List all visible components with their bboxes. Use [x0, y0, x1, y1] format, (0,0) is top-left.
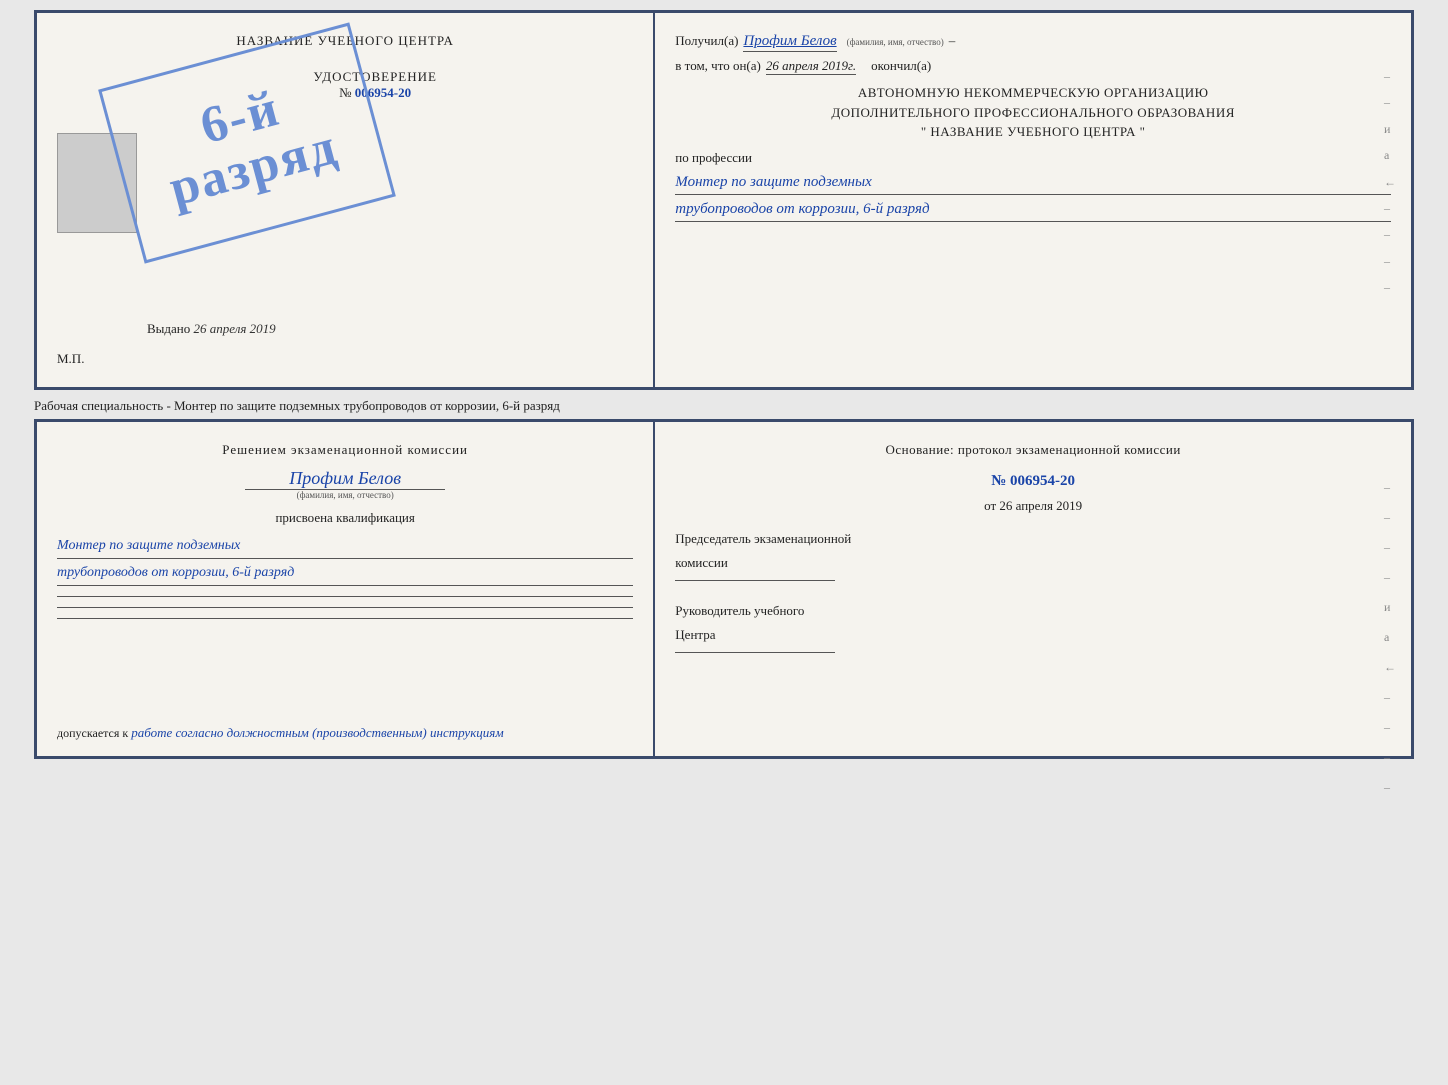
kval-line2: трубопроводов от коррозии, 6-й разряд: [57, 561, 633, 586]
udostoverenie-number: № 006954-20: [117, 85, 633, 101]
separator-text: Рабочая специальность - Монтер по защите…: [34, 398, 1414, 414]
protocol-number: № 006954-20: [675, 473, 1391, 490]
osnovanie-title: Основание: протокол экзаменационной коми…: [675, 442, 1391, 458]
professiya-line2: трубопроводов от коррозии, 6-й разряд: [675, 197, 1391, 222]
top-cert-book: НАЗВАНИЕ УЧЕБНОГО ЦЕНТРА УДОСТОВЕРЕНИЕ №…: [34, 10, 1414, 390]
photo-placeholder: [57, 133, 137, 233]
bottom-name-handwritten: Профим Белов: [245, 468, 445, 490]
right-decorative-lines: – – и а ← – – – –: [1384, 63, 1396, 301]
top-cert-right: Получил(а) Профим Белов (фамилия, имя, о…: [655, 13, 1411, 387]
bottom-name-block: Профим Белов (фамилия, имя, отчество): [57, 468, 633, 500]
top-cert-left: НАЗВАНИЕ УЧЕБНОГО ЦЕНТРА УДОСТОВЕРЕНИЕ №…: [37, 13, 655, 387]
udostoverenie-block: УДОСТОВЕРЕНИЕ № 006954-20: [117, 69, 633, 101]
mp-label: М.П.: [57, 351, 84, 367]
poluchil-line: Получил(а) Профим Белов (фамилия, имя, о…: [675, 33, 1391, 52]
kval-line1: Монтер по защите подземных: [57, 534, 633, 559]
dopuskaetsya-block: допускается к работе согласно должностны…: [57, 725, 504, 741]
rukovoditel-signature-line: [675, 652, 835, 653]
udostoverenie-title: УДОСТОВЕРЕНИЕ: [117, 69, 633, 85]
top-cert-title: НАЗВАНИЕ УЧЕБНОГО ЦЕНТРА: [57, 33, 633, 49]
bottom-cert-right: Основание: протокол экзаменационной коми…: [655, 422, 1411, 756]
empty-line-3: [57, 618, 633, 619]
prisvoena-label: присвоена квалификация: [57, 510, 633, 526]
diagonal-stamp: 6-й разряд: [98, 22, 396, 263]
page: НАЗВАНИЕ УЧЕБНОГО ЦЕНТРА УДОСТОВЕРЕНИЕ №…: [34, 10, 1414, 759]
rukovoditel-block: Руководитель учебного Центра: [675, 601, 1391, 653]
po-professii: по профессии: [675, 150, 1391, 166]
professiya-line1: Монтер по защите подземных: [675, 170, 1391, 195]
org-block: АВТОНОМНУЮ НЕКОММЕРЧЕСКУЮ ОРГАНИЗАЦИЮ ДО…: [675, 83, 1391, 142]
bottom-cert-book: Решением экзаменационной комиссии Профим…: [34, 419, 1414, 759]
right-decorative-lines-bottom: – – – – и а ← – – – –: [1384, 472, 1396, 802]
empty-line-1: [57, 596, 633, 597]
vtom-line: в том, что он(а) 26 апреля 2019г. окончи…: [675, 58, 1391, 75]
ot-date: от 26 апреля 2019: [675, 498, 1391, 514]
resheniem-title: Решением экзаменационной комиссии: [57, 442, 633, 458]
vydano-block: Выдано 26 апреля 2019: [147, 321, 276, 337]
bottom-cert-left: Решением экзаменационной комиссии Профим…: [37, 422, 655, 756]
empty-line-2: [57, 607, 633, 608]
predsedatel-signature-line: [675, 580, 835, 581]
predsedatel-block: Председатель экзаменационной комиссии: [675, 529, 1391, 581]
